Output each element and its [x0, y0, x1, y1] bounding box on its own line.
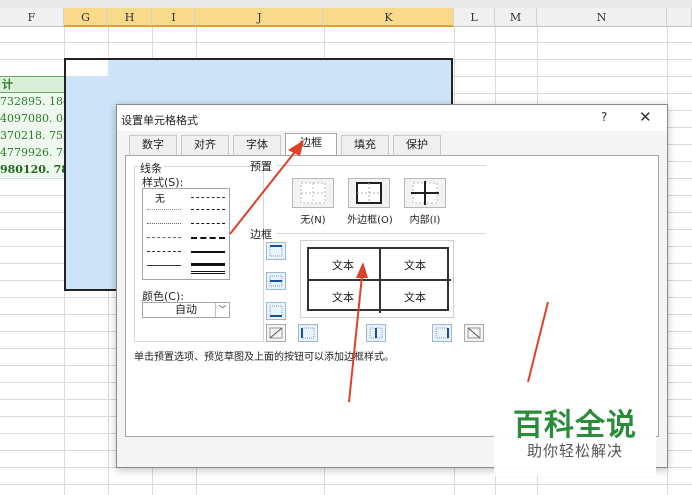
column-header-j[interactable]: J [196, 8, 324, 27]
close-button[interactable]: ✕ [639, 108, 652, 126]
preset-outline-icon [356, 182, 382, 204]
line-style-option[interactable] [191, 237, 225, 239]
dialog-tabs: 数字 对齐 字体 边框 填充 保护 [125, 133, 659, 156]
tab-border[interactable]: 边框 [285, 133, 337, 156]
active-cell[interactable] [66, 60, 108, 76]
column-header-k[interactable]: K [324, 8, 454, 27]
dialog-titlebar[interactable]: 设置单元格格式 ? ✕ [117, 105, 667, 131]
tab-fill[interactable]: 填充 [341, 135, 389, 155]
color-value: 自动 [175, 303, 197, 316]
preset-none-icon [300, 182, 326, 204]
line-style-option[interactable] [191, 197, 225, 198]
border-top-icon [269, 245, 283, 257]
toolbar-strip [0, 0, 692, 8]
preset-outline-button[interactable] [348, 178, 390, 208]
preview-inner-vertical-border[interactable] [379, 249, 381, 313]
preset-inside-label: 内部(I) [409, 215, 441, 226]
tab-protection[interactable]: 保护 [393, 135, 441, 155]
border-middle-horizontal-button[interactable] [266, 272, 286, 290]
watermark: 百科全说 助你轻松解决 [494, 384, 656, 476]
line-style-option[interactable] [191, 209, 225, 210]
preset-inside-button[interactable] [404, 178, 446, 208]
border-group-label: 边框 [250, 228, 272, 241]
border-inner-horizontal-icon [269, 275, 283, 287]
hint-text: 单击预置选项、预览草图及上面的按钮可以添加边框样式。 [134, 352, 394, 363]
line-style-option[interactable] [191, 271, 225, 274]
column-header-m[interactable]: M [495, 8, 537, 27]
tab-alignment[interactable]: 对齐 [181, 135, 229, 155]
column-header-h[interactable]: H [108, 8, 152, 27]
border-left-icon [301, 327, 315, 339]
column-header-l[interactable]: L [454, 8, 495, 27]
border-bottom-button[interactable] [266, 302, 286, 320]
border-right-button[interactable] [432, 324, 452, 342]
divider [276, 233, 486, 234]
border-middle-vertical-button[interactable] [366, 324, 386, 342]
line-style-option[interactable] [147, 237, 181, 238]
line-style-option[interactable] [191, 263, 225, 266]
preview-text: 文本 [332, 291, 354, 304]
column-header-g[interactable]: G [64, 8, 108, 27]
preset-none-button[interactable] [292, 178, 334, 208]
watermark-subtitle: 助你轻松解决 [526, 442, 623, 460]
chevron-down-icon[interactable]: ﹀ [215, 303, 229, 317]
border-left-button[interactable] [298, 324, 318, 342]
line-style-option[interactable] [191, 223, 225, 224]
border-bottom-icon [269, 305, 283, 317]
line-style-option[interactable] [191, 251, 225, 253]
border-preview[interactable]: 文本 文本 文本 文本 [300, 240, 454, 318]
help-button[interactable]: ? [601, 110, 607, 124]
border-top-button[interactable] [266, 242, 286, 260]
gridline [0, 42, 692, 43]
diagonal-down-icon [467, 327, 481, 339]
style-none-option[interactable]: 无 [155, 190, 165, 205]
line-style-option[interactable] [147, 265, 181, 266]
border-diagonal-down-button[interactable] [464, 324, 484, 342]
tab-font[interactable]: 字体 [233, 135, 281, 155]
color-dropdown[interactable]: 自动 ﹀ [142, 302, 230, 318]
line-style-option[interactable] [147, 223, 181, 224]
gridline [0, 484, 692, 485]
column-header-extra[interactable] [667, 8, 692, 27]
border-inner-vertical-icon [369, 327, 383, 339]
line-style-option[interactable] [147, 209, 181, 210]
column-header-n[interactable]: N [537, 8, 667, 27]
watermark-title: 百科全说 [513, 408, 637, 443]
cell-value[interactable]: 370218. 752 [0, 127, 64, 144]
divider [276, 165, 486, 166]
dialog-title: 设置单元格格式 [121, 114, 198, 127]
preview-text: 文本 [332, 259, 354, 272]
preset-inside-icon [411, 181, 439, 205]
cell-value-total[interactable]: 980120. 78 [0, 161, 64, 178]
cell-value[interactable]: 732895. 184 [0, 93, 64, 110]
preset-none-label: 无(N) [300, 215, 326, 226]
diagonal-up-icon [269, 327, 283, 339]
border-diagonal-up-button[interactable] [266, 324, 286, 342]
column-header-i[interactable]: I [152, 8, 196, 27]
column-header-f[interactable]: F [0, 8, 64, 27]
cell-value[interactable]: 4097080. 08 [0, 110, 64, 127]
line-style-list[interactable]: 无 [142, 188, 230, 280]
preview-grid[interactable]: 文本 文本 文本 文本 [307, 247, 451, 313]
line-style-option[interactable] [147, 251, 181, 252]
preview-inner-horizontal-border[interactable] [309, 279, 451, 281]
preset-group-label: 预置 [250, 160, 272, 173]
f-header-text: 计 [2, 78, 13, 91]
border-right-icon [435, 327, 449, 339]
tab-number[interactable]: 数字 [129, 135, 177, 155]
cell-value[interactable]: 4779926. 76 [0, 144, 64, 161]
preset-outline-label: 外边框(O) [347, 215, 393, 226]
preview-text: 文本 [404, 291, 426, 304]
preview-text: 文本 [404, 259, 426, 272]
